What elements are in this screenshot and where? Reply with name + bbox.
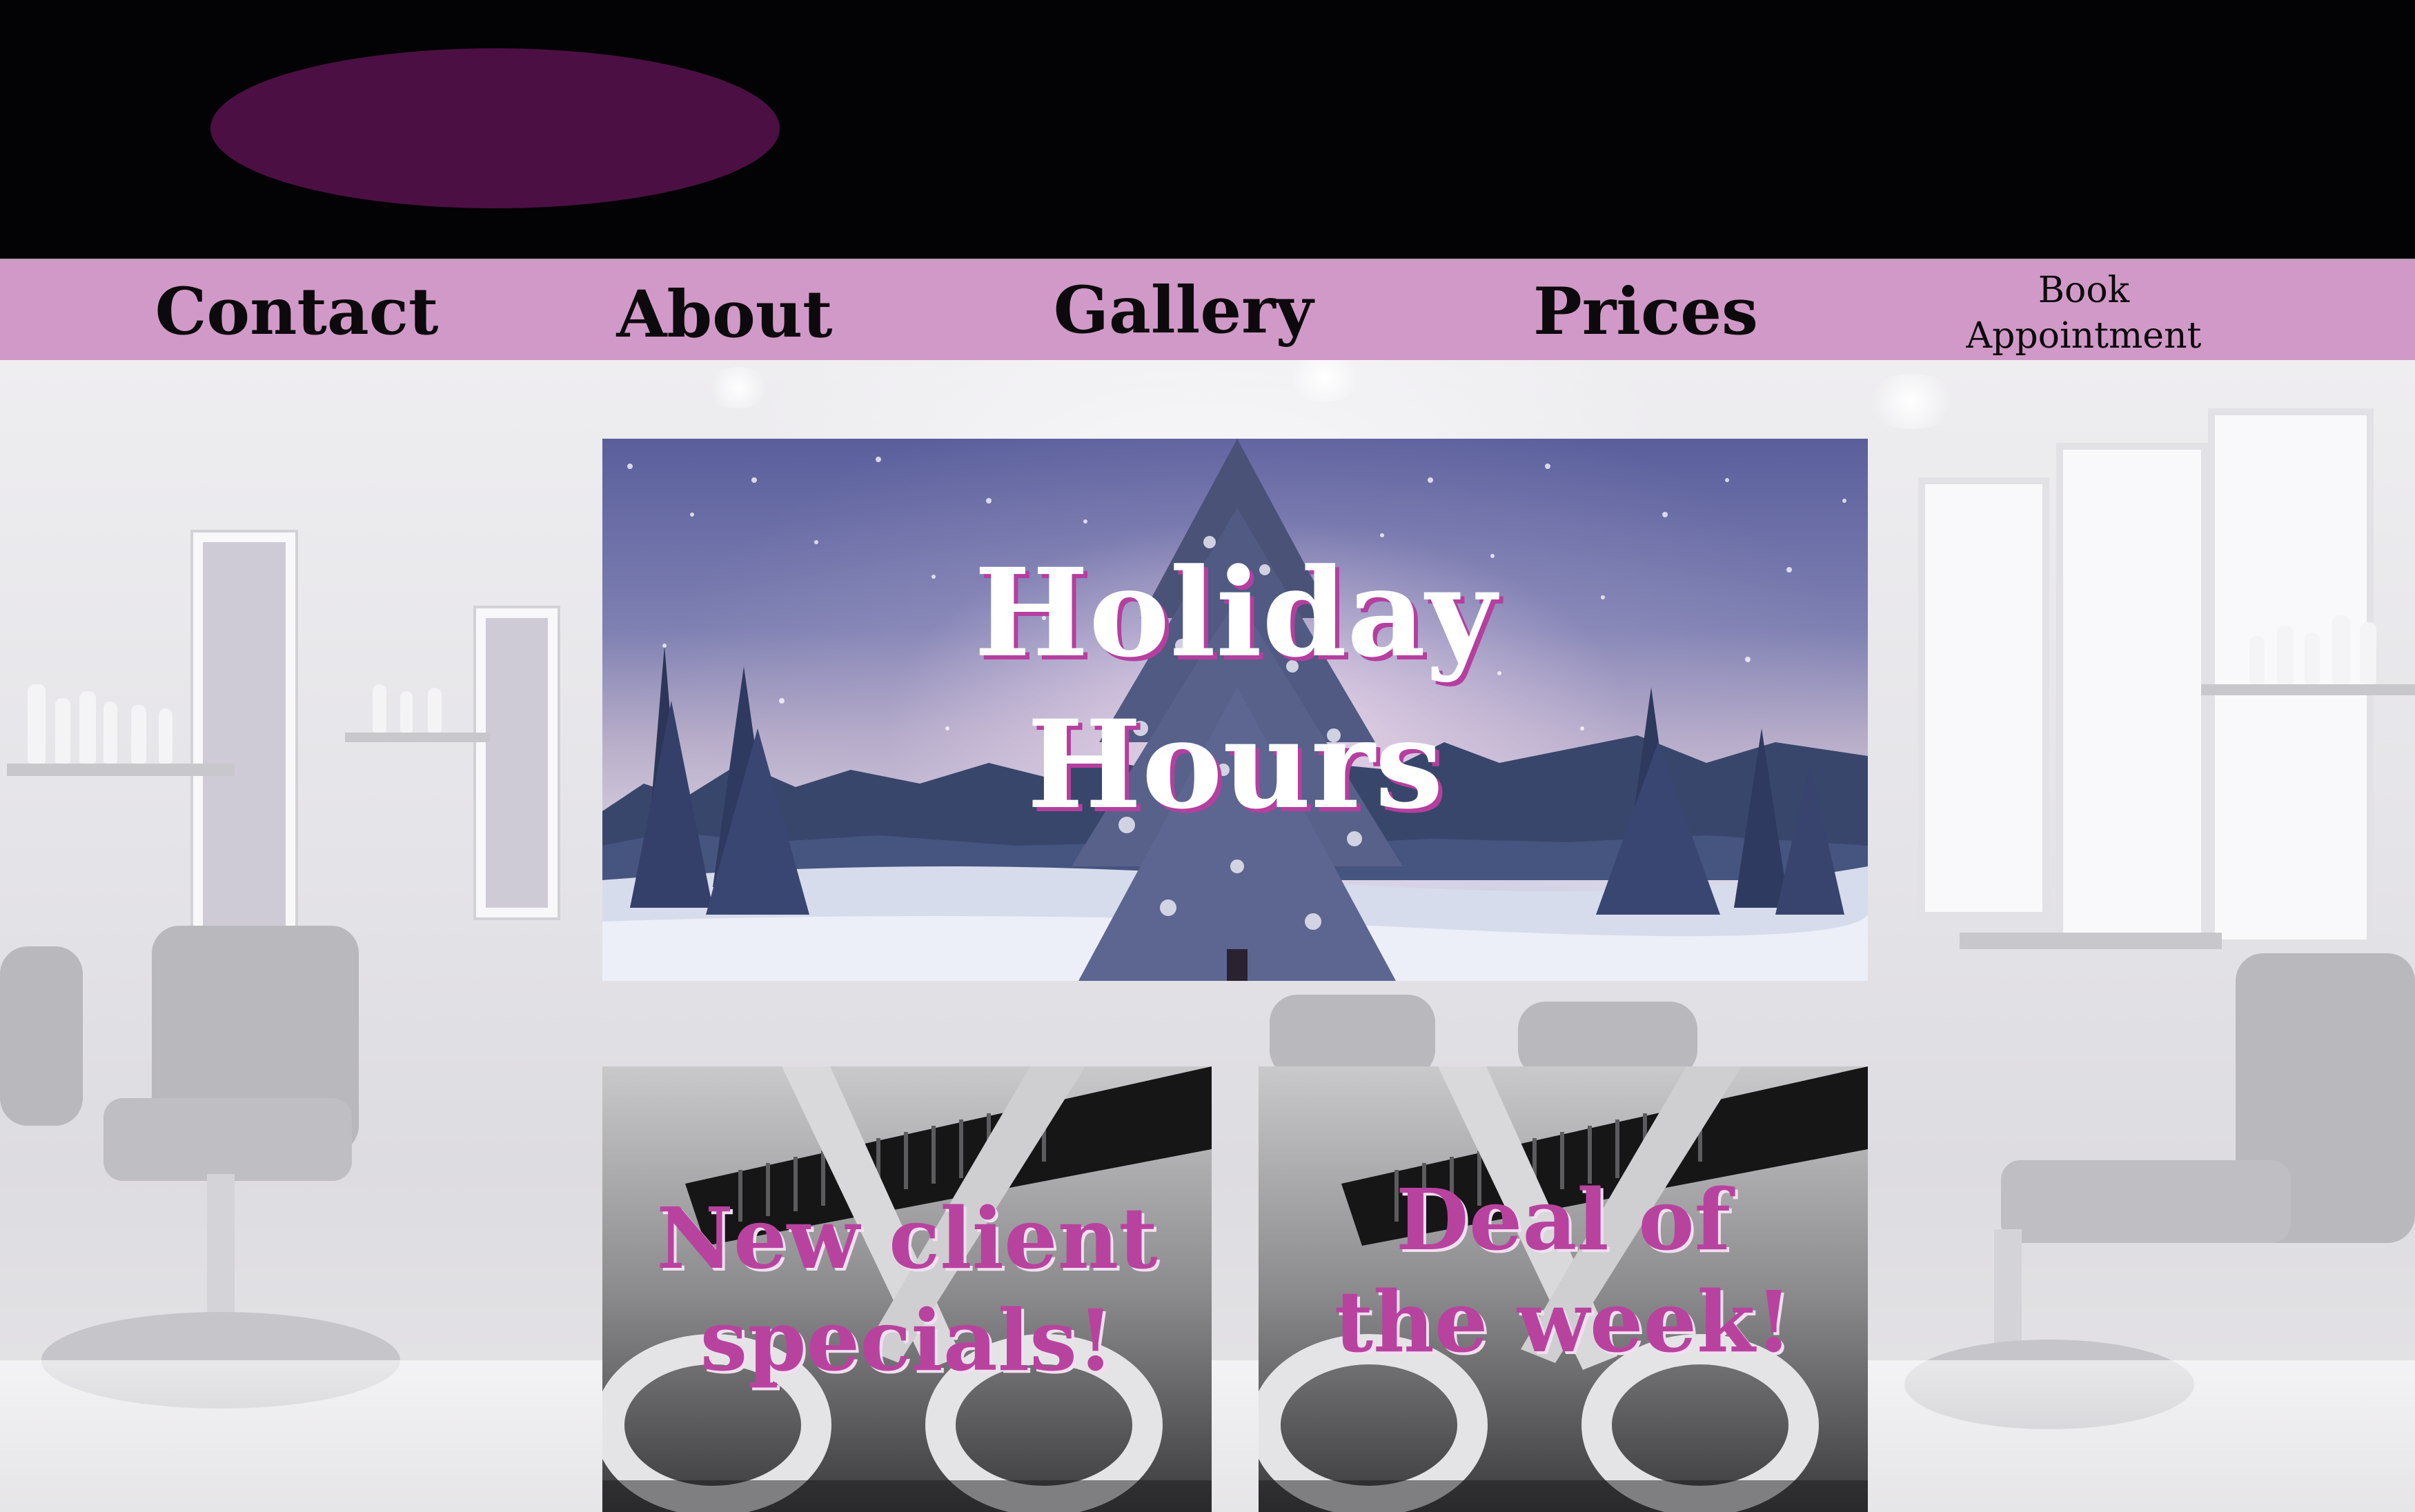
banner-title: Holiday Hours — [602, 439, 1868, 981]
promo-title-line2: the week! — [1334, 1272, 1793, 1371]
nav-book-appointment[interactable]: Book Appointment — [1932, 261, 2236, 362]
promo-title-line2: specials! — [700, 1291, 1114, 1390]
new-client-specials-title: New client specials! — [602, 1187, 1212, 1391]
new-client-specials-tile[interactable]: New client specials! — [602, 1066, 1212, 1512]
nav-gallery[interactable]: Gallery — [1035, 261, 1332, 362]
promo-title-line1: New client — [656, 1188, 1158, 1288]
logo[interactable] — [210, 48, 780, 208]
promo-title-line1: Deal of — [1395, 1170, 1731, 1269]
banner-title-line2: Hours — [1027, 693, 1443, 836]
main-nav: Contact About Gallery Prices Book Appoin… — [0, 259, 2415, 360]
site-header — [0, 0, 2415, 259]
nav-contact[interactable]: Contact — [138, 261, 455, 362]
holiday-hours-banner[interactable]: Holiday Hours — [602, 439, 1868, 981]
nav-prices[interactable]: Prices — [1518, 261, 1773, 362]
nav-about[interactable]: About — [586, 261, 862, 362]
nav-book-line2: Appointment — [1966, 315, 2202, 357]
deal-of-the-week-tile[interactable]: Deal of the week! — [1259, 1066, 1868, 1512]
banner-title-line1: Holiday — [974, 541, 1497, 684]
nav-book-line1: Book — [2038, 269, 2130, 311]
deal-of-the-week-title: Deal of the week! — [1259, 1168, 1868, 1373]
